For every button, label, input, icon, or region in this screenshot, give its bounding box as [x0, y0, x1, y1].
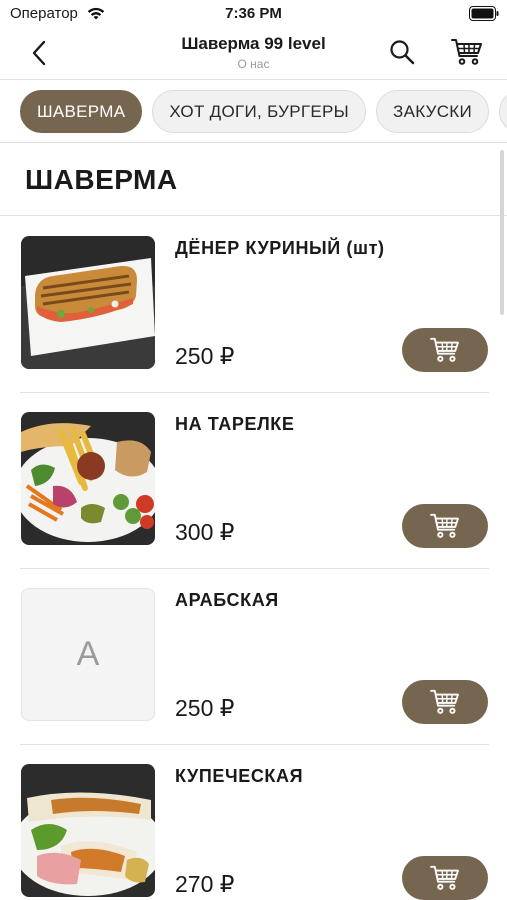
section-header: ШАВЕРМА — [0, 144, 507, 216]
shopping-cart-icon — [451, 39, 482, 65]
add-to-cart-button[interactable] — [402, 328, 488, 372]
add-to-cart-button[interactable] — [402, 680, 488, 724]
product-image — [21, 412, 155, 545]
navigation-bar: Шаверма 99 level О нас — [0, 28, 507, 80]
nav-title-block: Шаверма 99 level О нас — [130, 34, 377, 71]
product-item[interactable]: ДЁНЕР КУРИНЫЙ (шт) 250 ₽ — [0, 217, 507, 393]
product-name: КУПЕЧЕСКАЯ — [175, 766, 304, 786]
cart-button[interactable] — [450, 36, 484, 68]
shopping-cart-icon — [430, 337, 459, 362]
category-chip-hotdogs-burgers[interactable]: ХОТ ДОГИ, БУРГЕРЫ — [152, 90, 367, 133]
page-title: Шаверма 99 level — [181, 34, 326, 53]
section-title: ШАВЕРМА — [25, 164, 178, 195]
shopping-cart-icon — [430, 689, 459, 714]
back-button[interactable] — [22, 36, 56, 70]
product-item[interactable]: A АРАБСКАЯ 250 ₽ — [0, 569, 507, 745]
product-name: АРАБСКАЯ — [175, 590, 279, 610]
product-list: ДЁНЕР КУРИНЫЙ (шт) 250 ₽ НА ТАРЕЛКЕ 300 … — [0, 217, 507, 900]
add-to-cart-button[interactable] — [402, 504, 488, 548]
battery-icon — [469, 6, 499, 21]
about-link[interactable]: О нас — [130, 57, 377, 71]
shopping-cart-icon — [430, 513, 459, 538]
product-name: ДЁНЕР КУРИНЫЙ (шт) — [175, 238, 385, 258]
search-button[interactable] — [386, 36, 418, 68]
product-image — [21, 236, 155, 369]
search-icon — [390, 40, 415, 65]
category-chip-snacks[interactable]: ЗАКУСКИ — [376, 90, 490, 133]
status-time: 7:36 PM — [225, 5, 282, 22]
product-price: 300 ₽ — [175, 519, 235, 545]
add-to-cart-button[interactable] — [402, 856, 488, 900]
product-name: НА ТАРЕЛКЕ — [175, 414, 295, 434]
status-bar: Оператор 7:36 PM — [0, 0, 507, 28]
product-price: 250 ₽ — [175, 343, 235, 369]
category-tabs: ШАВЕРМА ХОТ ДОГИ, БУРГЕРЫ ЗАКУСКИ Д — [0, 80, 507, 143]
shopping-cart-icon — [430, 865, 459, 890]
product-price: 270 ₽ — [175, 871, 235, 897]
chevron-left-icon — [32, 40, 46, 66]
product-item[interactable]: НА ТАРЕЛКЕ 300 ₽ — [0, 393, 507, 569]
category-chip-more[interactable]: Д — [499, 90, 507, 133]
product-image — [21, 764, 155, 897]
product-price: 250 ₽ — [175, 695, 235, 721]
product-image-placeholder: A — [21, 588, 155, 721]
category-chip-shawarma[interactable]: ШАВЕРМА — [20, 90, 143, 133]
product-item[interactable]: КУПЕЧЕСКАЯ 270 ₽ — [0, 745, 507, 900]
